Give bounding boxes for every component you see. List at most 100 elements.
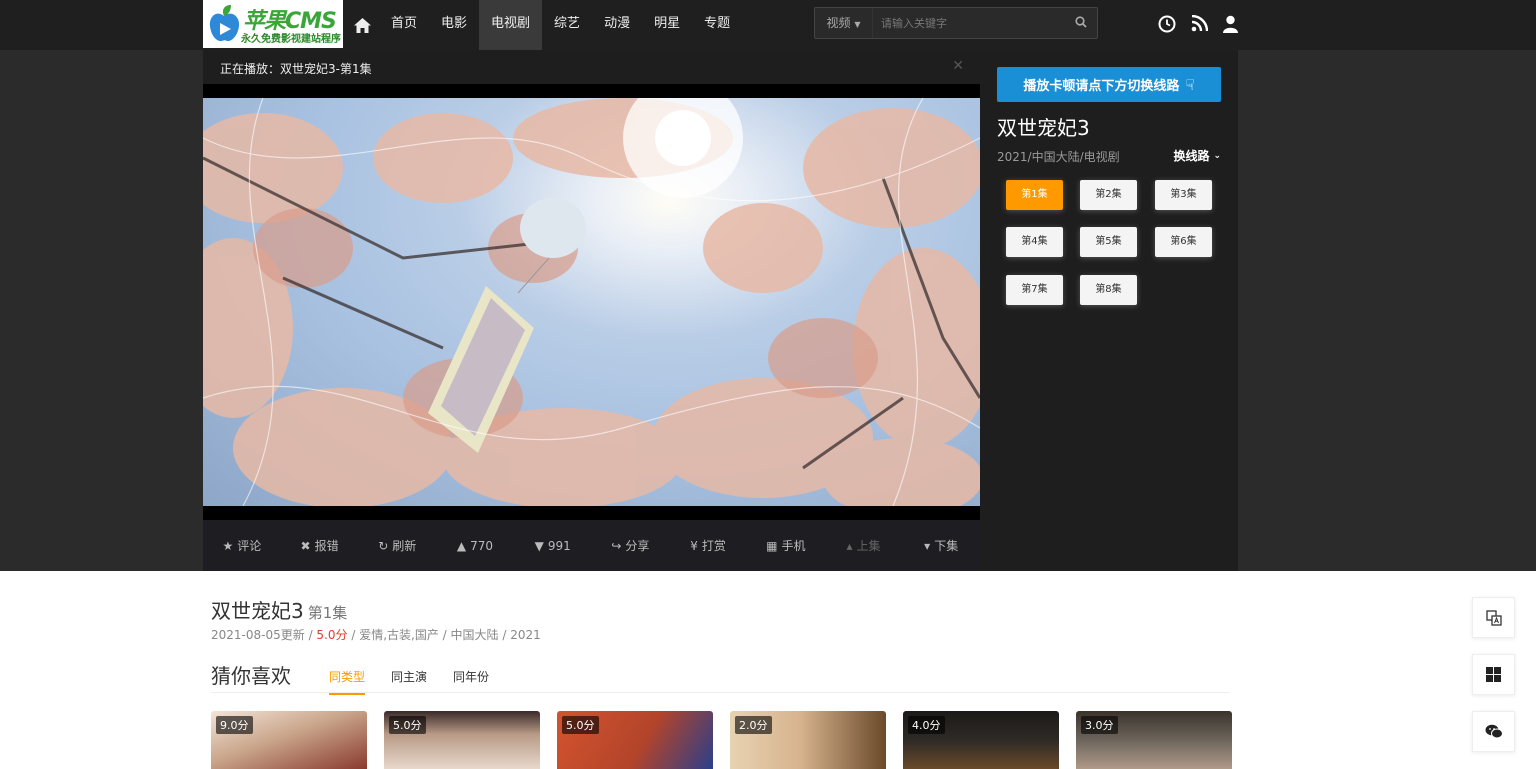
nav-item-tv-series[interactable]: 电视剧: [479, 0, 543, 50]
chevron-down-icon: ▼: [854, 20, 861, 29]
top-navbar: 苹果CMS 永久免费影视建站程序 首页 电影 电视剧 综艺 动漫 明星 专题 视…: [0, 0, 1536, 50]
share-button[interactable]: ↪ 分享: [592, 537, 670, 554]
now-playing-bar: 正在播放：双世宠妃3-第1集 ✕: [203, 50, 980, 84]
rss-icon[interactable]: [1191, 15, 1208, 32]
nav-item-home[interactable]: 首页: [379, 0, 429, 50]
update-date: 2021-08-05更新: [211, 628, 305, 642]
report-label: 报错: [314, 539, 339, 553]
switch-line-label: 换线路: [1173, 149, 1210, 163]
video-still-image: [203, 98, 980, 506]
episode-subtitle: 第1集: [307, 604, 348, 622]
wechat-button[interactable]: [1472, 711, 1515, 752]
episode-button-1[interactable]: 第1集: [1006, 180, 1063, 210]
card-score: 3.0分: [1081, 716, 1118, 734]
like-count: 770: [470, 538, 494, 553]
video-player: 正在播放：双世宠妃3-第1集 ✕ ★ 评论 ✖ 报错 ↻ 刷新 ▲ 770 ▼ …: [203, 50, 980, 571]
tab-same-cast[interactable]: 同主演: [391, 668, 427, 695]
home-icon: [354, 17, 371, 33]
switch-line-dropdown[interactable]: 换线路 ⌄: [1173, 147, 1221, 164]
recommend-card-4[interactable]: 2.0分: [730, 711, 886, 769]
video-area[interactable]: [203, 84, 980, 520]
episode-button-4[interactable]: 第4集: [1006, 227, 1063, 257]
close-x-icon: ✖: [300, 538, 311, 553]
user-icon[interactable]: [1223, 15, 1238, 33]
year: 2021: [510, 628, 541, 642]
player-controls-bar: ★ 评论 ✖ 报错 ↻ 刷新 ▲ 770 ▼ 991 ↪ 分享 ¥ 打赏 ▦ 手机 ▴ 上集 ▾ 下…: [203, 520, 980, 571]
genres: 爱情,古装,国产: [359, 628, 439, 642]
video-frame[interactable]: [203, 98, 980, 506]
next-episode-label: 下集: [934, 539, 959, 553]
show-meta: 2021/中国大陆/电视剧: [997, 150, 1120, 164]
refresh-button[interactable]: ↻ 刷新: [358, 537, 436, 554]
translate-button[interactable]: [1472, 597, 1515, 638]
nav-item-stars[interactable]: 明星: [642, 0, 692, 50]
logo-slogan: 永久免费影视建站程序: [241, 34, 341, 45]
search-box: 视频 ▼: [814, 7, 1098, 39]
tip-button[interactable]: ¥ 打赏: [669, 537, 747, 554]
title-text: 双世宠妃3: [211, 599, 304, 623]
mobile-button[interactable]: ▦ 手机: [747, 537, 825, 554]
mobile-label: 手机: [781, 539, 806, 553]
search-icon[interactable]: [1075, 16, 1087, 28]
nav-item-anime[interactable]: 动漫: [592, 0, 642, 50]
dislike-button[interactable]: ▼ 991: [514, 539, 592, 553]
recommend-card-1[interactable]: 9.0分: [211, 711, 367, 769]
comment-button[interactable]: ★ 评论: [203, 537, 281, 554]
card-score: 5.0分: [389, 716, 426, 734]
main-nav: 首页 电影 电视剧 综艺 动漫 明星 专题: [346, 0, 742, 50]
close-icon[interactable]: ✕: [952, 58, 964, 74]
episode-button-5[interactable]: 第5集: [1080, 227, 1137, 257]
card-score: 5.0分: [562, 716, 599, 734]
thumbs-down-icon: ▼: [534, 538, 544, 553]
share-icon: ↪: [611, 538, 622, 553]
episode-button-3[interactable]: 第3集: [1155, 180, 1212, 210]
refresh-icon: ↻: [378, 538, 389, 553]
history-clock-icon[interactable]: [1158, 15, 1176, 33]
translate-icon: [1485, 609, 1502, 626]
site-logo[interactable]: 苹果CMS 永久免费影视建站程序: [203, 0, 343, 48]
nav-item-movies[interactable]: 电影: [429, 0, 479, 50]
region: 中国大陆: [450, 628, 499, 642]
switch-line-tip-button[interactable]: 播放卡顿请点下方切换线路 ☟: [997, 67, 1221, 102]
recommend-card-5[interactable]: 4.0分: [903, 711, 1059, 769]
playlist-panel: 播放卡顿请点下方切换线路 ☟ 双世宠妃3 2021/中国大陆/电视剧 换线路 ⌄ …: [980, 50, 1238, 571]
yen-icon: ¥: [690, 538, 698, 553]
windows-icon: [1486, 667, 1501, 682]
wechat-icon: [1485, 724, 1503, 739]
nav-home-button[interactable]: [346, 0, 379, 50]
recommend-card-3[interactable]: 5.0分: [557, 711, 713, 769]
recommend-tabs: 同类型 同主演 同年份: [329, 668, 489, 695]
episode-button-2[interactable]: 第2集: [1080, 180, 1137, 210]
thumbs-up-icon: ▲: [456, 538, 467, 553]
now-playing-text: 正在播放：双世宠妃3-第1集: [220, 62, 372, 76]
tab-same-year[interactable]: 同年份: [453, 668, 489, 695]
qrcode-icon: ▦: [766, 538, 778, 553]
search-input[interactable]: [881, 8, 1061, 38]
prev-episode-label: 上集: [856, 539, 881, 553]
share-label: 分享: [625, 539, 650, 553]
chevron-down-icon: ⌄: [1213, 150, 1221, 161]
prev-episode-button[interactable]: ▴ 上集: [825, 537, 903, 554]
divider: [211, 692, 1230, 693]
show-details: 2021-08-05更新 / 5.0分 / 爱情,古装,国产 / 中国大陆 / …: [211, 628, 541, 642]
like-button[interactable]: ▲ 770: [436, 539, 514, 553]
score-value: 5.0分: [316, 628, 348, 642]
windows-button[interactable]: [1472, 654, 1515, 695]
recommend-card-6[interactable]: 3.0分: [1076, 711, 1232, 769]
comment-label: 评论: [237, 539, 262, 553]
search-category-label: 视频: [826, 16, 851, 30]
show-title: 双世宠妃3: [997, 116, 1090, 140]
report-error-button[interactable]: ✖ 报错: [281, 537, 359, 554]
apple-logo-icon: [209, 5, 240, 42]
recommend-card-2[interactable]: 5.0分: [384, 711, 540, 769]
caret-up-icon: ▴: [846, 538, 853, 553]
card-score: 2.0分: [735, 716, 772, 734]
nav-item-topics[interactable]: 专题: [692, 0, 742, 50]
tab-same-genre[interactable]: 同类型: [329, 668, 366, 695]
episode-button-8[interactable]: 第8集: [1080, 275, 1137, 305]
episode-button-6[interactable]: 第6集: [1155, 227, 1212, 257]
search-category-select[interactable]: 视频 ▼: [815, 8, 873, 38]
nav-item-variety[interactable]: 综艺: [542, 0, 592, 50]
episode-button-7[interactable]: 第7集: [1006, 275, 1063, 305]
next-episode-button[interactable]: ▾ 下集: [902, 537, 980, 554]
